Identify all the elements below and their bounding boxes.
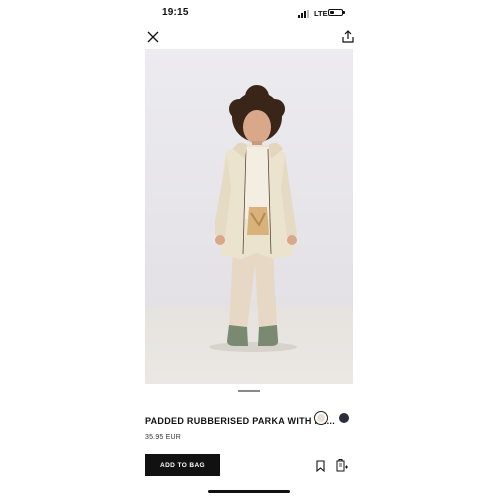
close-icon[interactable] (146, 30, 160, 44)
gallery-pager (238, 390, 260, 392)
status-bar: 19:15 LTE (0, 0, 499, 28)
network-label: LTE (314, 9, 328, 18)
product-photo[interactable] (145, 49, 353, 384)
bookmark-icon[interactable] (316, 459, 325, 473)
status-time: 19:15 (162, 7, 189, 18)
find-size-icon[interactable] (336, 458, 349, 472)
product-price: 35.95 EUR (145, 434, 182, 441)
add-to-bag-button[interactable]: ADD TO BAG (145, 454, 220, 476)
battery-icon (328, 9, 343, 16)
color-swatch-cream-fill (317, 414, 325, 422)
share-icon[interactable] (341, 29, 355, 44)
product-title: PADDED RUBBERISED PARKA WITH FA... (145, 416, 336, 426)
color-swatch-cream[interactable] (314, 411, 328, 425)
battery-cap (343, 11, 345, 14)
color-swatch-navy[interactable] (339, 413, 349, 423)
home-indicator (208, 490, 290, 493)
signal-icon (298, 10, 312, 18)
